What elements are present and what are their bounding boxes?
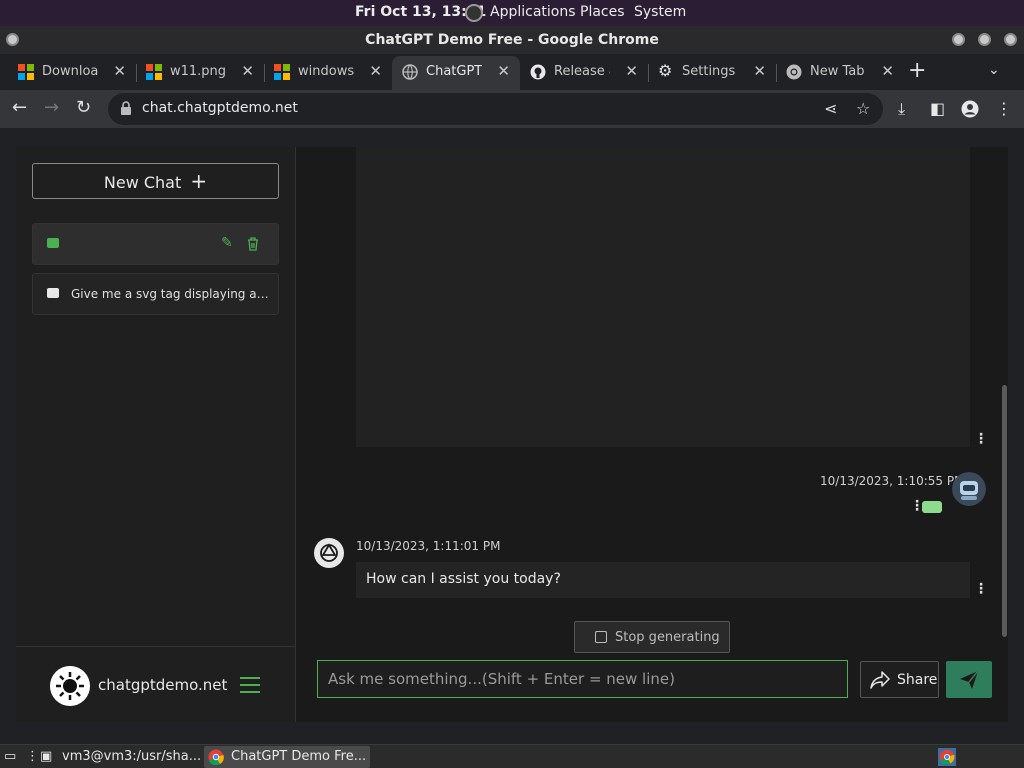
- new-chat-button[interactable]: New Chat +: [32, 163, 279, 199]
- tab-settings[interactable]: ⚙ Settings - ✕: [648, 56, 777, 90]
- back-arrow-icon[interactable]: ←: [12, 97, 27, 118]
- stop-generating-label: Stop generating: [615, 630, 720, 645]
- site-logo: [50, 666, 90, 706]
- chat-page: New Chat + ✎ Give me a svg tag displayin…: [16, 147, 1008, 722]
- windows-logo-icon: [274, 64, 290, 80]
- chat-main: ⋮ 10/13/2023, 1:10:55 PM ⋮ 10/13/2023, 1…: [296, 147, 1008, 722]
- side-panel-icon[interactable]: ◧: [930, 99, 945, 118]
- forward-arrow-icon[interactable]: →: [44, 97, 59, 118]
- send-button[interactable]: [946, 661, 992, 698]
- plus-icon: +: [190, 169, 208, 193]
- sidebar-footer: chatgptdemo.net: [16, 646, 295, 722]
- globe-icon: [402, 64, 418, 80]
- chat-item-label: Give me a svg tag displaying a piec…: [71, 287, 271, 301]
- taskbar-terminal[interactable]: vm3@vm3:/usr/sha...: [62, 746, 201, 768]
- tab-new-tab[interactable]: New Tab ✕: [776, 56, 904, 90]
- places-menu[interactable]: Places: [580, 4, 625, 20]
- message-input[interactable]: [317, 660, 848, 698]
- chat-scrollbar[interactable]: [1002, 385, 1007, 637]
- tab-windows10[interactable]: windows1( ✕: [264, 56, 392, 90]
- tab-close-icon[interactable]: ✕: [369, 62, 382, 80]
- download-icon[interactable]: ⤓: [898, 99, 905, 119]
- address-bar[interactable]: chat.chatgptdemo.net ⋖ ☆: [108, 93, 883, 125]
- share-arrow-icon: [870, 671, 890, 689]
- tab-close-icon[interactable]: ✕: [497, 62, 510, 80]
- minimize-button[interactable]: [952, 33, 965, 46]
- github-icon: [530, 64, 546, 80]
- share-icon[interactable]: ⋖: [824, 99, 837, 118]
- show-desktop-icon[interactable]: ▭: [4, 746, 16, 768]
- lock-icon[interactable]: [120, 101, 132, 115]
- profile-avatar-icon[interactable]: [961, 100, 979, 118]
- tab-label: Download: [42, 64, 98, 79]
- bot-message-timestamp: 10/13/2023, 1:11:01 PM: [356, 539, 501, 553]
- tab-strip: Download ✕ w11.png (4 ✕ windows1( ✕ Chat…: [0, 54, 1024, 90]
- chat-item-svg[interactable]: Give me a svg tag displaying a piec…: [32, 273, 279, 315]
- new-chat-label: New Chat: [103, 173, 182, 192]
- tab-label: Release a: [554, 64, 610, 79]
- message-options-icon[interactable]: ⋮: [974, 431, 988, 447]
- window-title: ChatGPT Demo Free - Google Chrome: [365, 32, 659, 48]
- tab-close-icon[interactable]: ✕: [625, 62, 638, 80]
- chat-item-active[interactable]: ✎: [32, 223, 279, 265]
- trash-icon[interactable]: [247, 237, 259, 251]
- user-message-timestamp: 10/13/2023, 1:10:55 PM: [820, 474, 965, 488]
- hamburger-menu-icon[interactable]: [240, 677, 260, 698]
- applications-menu[interactable]: Applications: [490, 4, 576, 20]
- taskbar-chrome-label: ChatGPT Demo Fre...: [231, 749, 367, 764]
- window-titlebar: ChatGPT Demo Free - Google Chrome: [0, 26, 1024, 54]
- windows-logo-icon: [18, 64, 34, 80]
- tab-download[interactable]: Download ✕: [8, 56, 137, 90]
- new-tab-plus-icon[interactable]: +: [908, 58, 926, 83]
- taskbar-handle-icon: ⋮: [26, 749, 39, 764]
- tab-release[interactable]: Release a ✕: [520, 56, 649, 90]
- browser-toolbar: ← → ↻ chat.chatgptdemo.net ⋖ ☆ ⤓ ◧ ⋮: [0, 90, 1024, 128]
- system-top-panel: Fri Oct 13, 13:11 Applications Places Sy…: [0, 0, 1024, 26]
- bookmark-star-icon[interactable]: ☆: [856, 99, 870, 118]
- send-paper-plane-icon: [960, 670, 979, 689]
- windows-logo-icon: [146, 64, 162, 80]
- share-button[interactable]: Share: [860, 661, 939, 698]
- tab-label: windows1(: [298, 64, 354, 79]
- user-avatar: [952, 472, 986, 506]
- tab-chatgpt-demo[interactable]: ChatGPT D ✕: [392, 56, 520, 90]
- chat-bubble-icon: [47, 238, 59, 248]
- applications-icon[interactable]: [465, 4, 483, 22]
- tab-close-icon[interactable]: ✕: [241, 62, 254, 80]
- taskbar: ▭ ⋮ ▣ vm3@vm3:/usr/sha... ChatGPT Demo F…: [0, 744, 1024, 768]
- gear-icon: ⚙: [658, 61, 673, 80]
- tab-label: New Tab: [810, 64, 865, 79]
- tab-label: w11.png (4: [170, 64, 226, 79]
- share-label: Share: [897, 672, 938, 688]
- stop-generating-button[interactable]: Stop generating: [574, 621, 730, 653]
- chat-bubble-icon: [47, 288, 59, 298]
- kebab-menu-icon[interactable]: ⋮: [996, 99, 1012, 118]
- chat-sidebar: New Chat + ✎ Give me a svg tag displayin…: [16, 147, 296, 722]
- user-message-bubble: [922, 501, 942, 513]
- bot-message-bubble: How can I assist you today?: [356, 562, 970, 598]
- tab-close-icon[interactable]: ✕: [753, 62, 766, 80]
- stop-square-icon: [595, 631, 607, 643]
- tab-w11-png[interactable]: w11.png (4 ✕: [136, 56, 265, 90]
- close-window-button[interactable]: [1004, 33, 1017, 46]
- tab-close-icon[interactable]: ✕: [881, 62, 894, 80]
- chrome-icon: [208, 749, 224, 765]
- site-name: chatgptdemo.net: [98, 676, 228, 694]
- reload-icon[interactable]: ↻: [76, 97, 91, 118]
- system-menu[interactable]: System: [634, 4, 686, 20]
- maximize-button[interactable]: [978, 33, 991, 46]
- taskbar-chrome[interactable]: ChatGPT Demo Fre...: [204, 746, 370, 768]
- edit-pencil-icon[interactable]: ✎: [221, 235, 233, 251]
- chrome-icon: [786, 64, 802, 80]
- url-text[interactable]: chat.chatgptdemo.net: [142, 100, 298, 116]
- tab-search-chevron-icon[interactable]: ⌄: [988, 62, 1000, 78]
- chrome-tray-icon[interactable]: [938, 748, 956, 766]
- openai-logo-icon: [314, 538, 344, 568]
- tab-label: ChatGPT D: [426, 64, 482, 79]
- tab-close-icon[interactable]: ✕: [113, 62, 126, 80]
- terminal-icon: ▣: [40, 749, 53, 764]
- bot-message-options-icon[interactable]: ⋮: [974, 581, 988, 597]
- previous-response-block: [356, 147, 970, 447]
- tab-label: Settings -: [682, 64, 738, 79]
